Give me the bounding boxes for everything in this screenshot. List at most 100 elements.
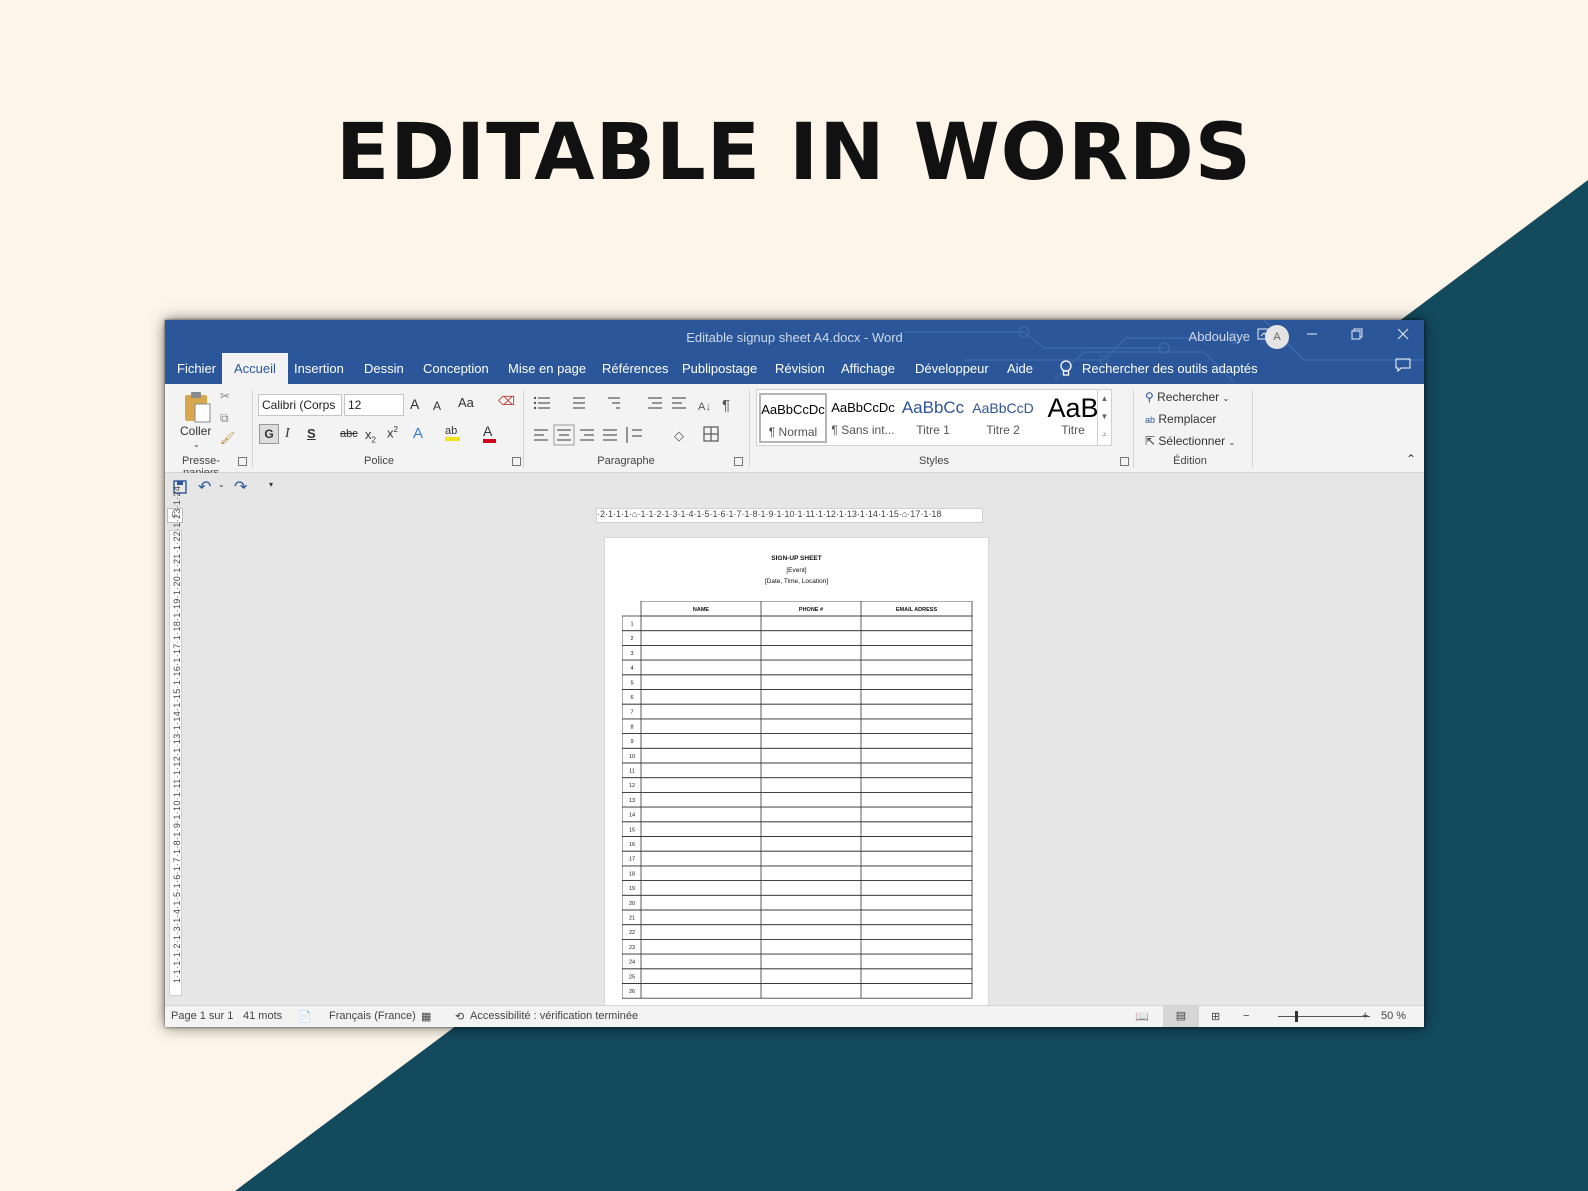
table-row[interactable] (622, 938, 973, 955)
table-row[interactable] (622, 968, 973, 984)
tab-fichier[interactable]: Fichier (165, 353, 228, 384)
cut-icon[interactable]: ✂ (220, 389, 230, 403)
strikethrough-button[interactable]: abc (340, 428, 358, 440)
tab-conception[interactable]: Conception (411, 353, 501, 384)
tab-accueil[interactable]: Accueil (222, 353, 288, 384)
clear-formatting-icon[interactable]: ⌫ (498, 394, 515, 408)
tab-dessin[interactable]: Dessin (352, 353, 416, 384)
italic-button[interactable]: I (285, 426, 290, 442)
table-row[interactable] (622, 836, 973, 852)
tab-aide[interactable]: Aide (995, 353, 1045, 384)
table-row[interactable] (622, 821, 973, 837)
user-name[interactable]: Abdoulaye (1189, 329, 1250, 344)
table-row[interactable] (622, 909, 973, 926)
style-no-spacing[interactable]: AaBbCcDc ¶ Sans int... (829, 393, 897, 443)
tab-insertion[interactable]: Insertion (282, 353, 356, 384)
zoom-slider-thumb[interactable] (1295, 1011, 1298, 1022)
paragraph-controls[interactable]: A↓ ¶ ◇ (532, 394, 742, 454)
table-row[interactable] (622, 689, 973, 705)
table-row[interactable] (622, 865, 973, 881)
restore-icon[interactable] (1342, 325, 1372, 347)
read-mode-icon[interactable]: 📖 (1135, 1010, 1149, 1023)
table-row[interactable] (622, 806, 973, 823)
paste-dropdown-icon[interactable]: ⌄ (193, 440, 200, 449)
table-row[interactable] (622, 791, 973, 808)
replace-button[interactable]: ab Remplacer (1145, 412, 1216, 426)
style-normal[interactable]: AaBbCcDc ¶ Normal (759, 393, 827, 443)
font-color-icon[interactable]: A (483, 423, 496, 443)
table-row[interactable] (622, 880, 973, 896)
styles-scroll[interactable]: ▲ ▼ ⩡ (1097, 390, 1111, 445)
comments-icon[interactable] (1388, 357, 1418, 379)
tab-mise-en-page[interactable]: Mise en page (496, 353, 598, 384)
styles-scroll-up-icon[interactable]: ▲ (1098, 390, 1111, 408)
vertical-ruler[interactable]: 1·1·1·1·2·1·3·1·4·1·5·1·6·1·7·1·8·1·9·1·… (169, 486, 182, 996)
styles-scroll-down-icon[interactable]: ▼ (1098, 408, 1111, 426)
macro-icon[interactable]: ▦ (421, 1010, 431, 1023)
zoom-level[interactable]: 50 % (1381, 1010, 1406, 1022)
redo-icon[interactable]: ↷ (234, 477, 247, 497)
table-row[interactable] (622, 615, 973, 632)
undo-dropdown-icon[interactable]: ⌄ (218, 480, 225, 489)
style-heading-1[interactable]: AaBbCc Titre 1 (899, 393, 967, 443)
close-icon[interactable] (1388, 325, 1418, 347)
zoom-out-button[interactable]: − (1243, 1010, 1249, 1022)
font-launcher-icon[interactable] (512, 457, 521, 466)
table-row[interactable] (622, 850, 973, 867)
subscript-icon[interactable]: x2 (365, 427, 376, 445)
proofing-icon[interactable]: 📄 (298, 1010, 312, 1023)
web-layout-icon[interactable]: ⊞ (1211, 1010, 1220, 1023)
paste-label[interactable]: Coller (180, 424, 211, 438)
tab-publipostage[interactable]: Publipostage (670, 353, 769, 384)
table-row[interactable] (622, 953, 973, 970)
table-row[interactable] (622, 733, 973, 749)
ribbon-display-icon[interactable] (1249, 325, 1279, 347)
select-button[interactable]: ⇱ Sélectionner ⌄ (1145, 434, 1235, 448)
superscript-icon[interactable]: x2 (387, 425, 398, 440)
style-heading-2[interactable]: AaBbCcD Titre 2 (969, 393, 1037, 443)
tab-developpeur[interactable]: Développeur (903, 353, 1001, 384)
find-button[interactable]: ⚲ Rechercher ⌄ (1145, 390, 1229, 404)
tab-references[interactable]: Références (590, 353, 680, 384)
document-page[interactable]: SIGN-UP SHEET [Event] [Date, Time, Locat… (604, 537, 989, 1007)
horizontal-ruler[interactable]: ·2·1·1·1·⌂·1·1·2·1·3·1·4·1·5·1·6·1·7·1·8… (596, 508, 983, 523)
format-painter-icon[interactable]: 🖌 (220, 431, 235, 445)
table-row[interactable] (622, 983, 973, 999)
tab-affichage[interactable]: Affichage (829, 353, 907, 384)
word-count[interactable]: 41 mots (243, 1010, 282, 1022)
font-size-box[interactable]: 12 (344, 394, 404, 416)
text-effects-icon[interactable]: A (413, 425, 423, 442)
paragraph-launcher-icon[interactable] (734, 457, 743, 466)
table-row[interactable] (622, 630, 973, 646)
table-row[interactable] (622, 674, 973, 690)
page-count[interactable]: Page 1 sur 1 (171, 1010, 233, 1022)
table-row[interactable] (622, 762, 973, 779)
collapse-ribbon-icon[interactable]: ⌃ (1406, 452, 1416, 466)
customize-qat-icon[interactable]: ▾ (269, 480, 273, 489)
accessibility-status[interactable]: Accessibilité : vérification terminée (470, 1010, 638, 1022)
table-row[interactable] (622, 645, 973, 661)
paste-icon[interactable] (182, 390, 212, 424)
styles-more-icon[interactable]: ⩡ (1098, 426, 1111, 444)
language[interactable]: Français (France) (329, 1010, 416, 1022)
table-row[interactable] (622, 659, 973, 676)
clipboard-launcher-icon[interactable] (238, 457, 247, 466)
table-row[interactable] (622, 924, 973, 940)
minimize-icon[interactable] (1297, 325, 1327, 347)
highlight-icon[interactable]: ab (445, 423, 460, 441)
undo-icon[interactable]: ↶ (198, 477, 211, 497)
grow-font-icon[interactable]: A (410, 396, 419, 412)
change-case-button[interactable]: Aa (458, 395, 474, 410)
copy-icon[interactable]: ⧉ (220, 411, 229, 426)
table-row[interactable] (622, 747, 973, 764)
print-layout-icon[interactable]: ▤ (1163, 1006, 1199, 1027)
accessibility-icon[interactable]: ⟲ (455, 1010, 464, 1023)
styles-launcher-icon[interactable] (1120, 457, 1129, 466)
table-row[interactable] (622, 894, 973, 911)
shrink-font-icon[interactable]: A (433, 399, 441, 413)
table-row[interactable] (622, 777, 973, 793)
font-name-box[interactable]: Calibri (Corps (258, 394, 342, 416)
zoom-slider[interactable] (1278, 1016, 1370, 1017)
underline-button[interactable]: S (307, 426, 316, 441)
table-row[interactable] (622, 718, 973, 735)
